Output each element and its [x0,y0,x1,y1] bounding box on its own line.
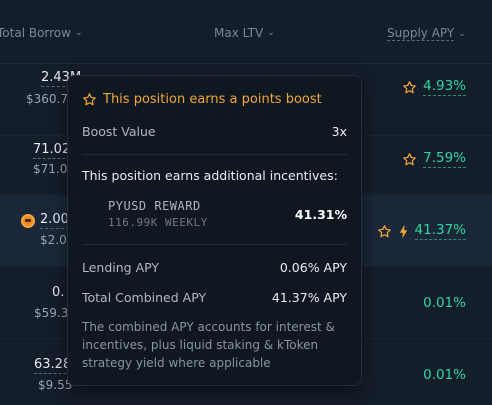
lending-apy-value: 0.06% APY [279,260,347,275]
star-icon [403,152,416,165]
header-supply-apy-label: Supply APY [387,26,455,41]
supply-apy-value: 7.59% [423,150,466,168]
apy-tooltip: This position earns a points boost Boost… [67,75,362,386]
combined-apy-label: Total Combined APY [82,290,207,305]
combined-apy-row: Total Combined APY 41.37% APY [82,290,347,305]
header-supply-apy[interactable]: Supply APY ⌄ [387,26,466,41]
header-max-ltv[interactable]: Max LTV ⌄ [214,26,275,40]
incentives-heading: This position earns additional incentive… [82,168,338,183]
bolt-icon [399,224,407,238]
boost-value-row: Boost Value 3x [82,124,347,139]
total-borrow-amount: 0. [52,285,65,300]
header-max-ltv-label: Max LTV [214,26,264,40]
reward-name: PYUSD REWARD [108,199,201,213]
star-icon [403,80,416,93]
divider [82,244,347,245]
supply-apy-value: 0.01% [423,295,466,311]
total-borrow-amount: 71.02 [33,142,71,159]
star-icon [83,93,96,106]
star-icon [377,224,391,237]
lending-apy-row: Lending APY 0.06% APY [82,260,347,275]
supply-apy-value: 0.01% [423,367,466,383]
boost-value: 3x [331,124,347,139]
supply-apy-cell[interactable]: 7.59% [402,150,466,168]
tooltip-title-text: This position earns a points boost [103,92,322,107]
total-borrow-amount: 2.00 [40,212,69,229]
chevron-down-icon: ⌄ [458,28,466,39]
reward-apy: 41.31% [294,207,347,222]
supply-apy-cell[interactable]: 41.37% [377,222,466,240]
chevron-down-icon: ⌄ [267,28,275,38]
chevron-down-icon: ⌄ [74,28,83,38]
supply-apy-value: 41.37% [414,222,466,240]
supply-apy-value: 4.93% [423,78,466,96]
header-total-borrow[interactable]: Total Borrow ⌄ [0,26,83,40]
reward-weekly: 116.99K WEEKLY [108,216,208,229]
supply-apy-cell[interactable]: 0.01% [423,295,466,312]
total-borrow-usd: $360.7 [26,92,68,106]
boost-value-label: Boost Value [82,124,156,139]
divider [82,154,347,155]
total-borrow-usd: $59.3 [34,306,69,320]
supply-apy-cell[interactable]: 4.93% [402,78,466,96]
header-total-borrow-label: Total Borrow [0,26,71,40]
token-icon [21,214,35,228]
tooltip-title: This position earns a points boost [82,92,322,107]
tooltip-note: The combined APY accounts for interest &… [82,320,335,370]
combined-apy-value: 41.37% APY [271,290,347,305]
lending-apy-label: Lending APY [82,260,160,275]
table-header: Total Borrow ⌄ Max LTV ⌄ Supply APY ⌄ [0,0,492,64]
total-borrow-amount: 63.28 [34,357,72,374]
supply-apy-cell[interactable]: 0.01% [423,367,466,384]
